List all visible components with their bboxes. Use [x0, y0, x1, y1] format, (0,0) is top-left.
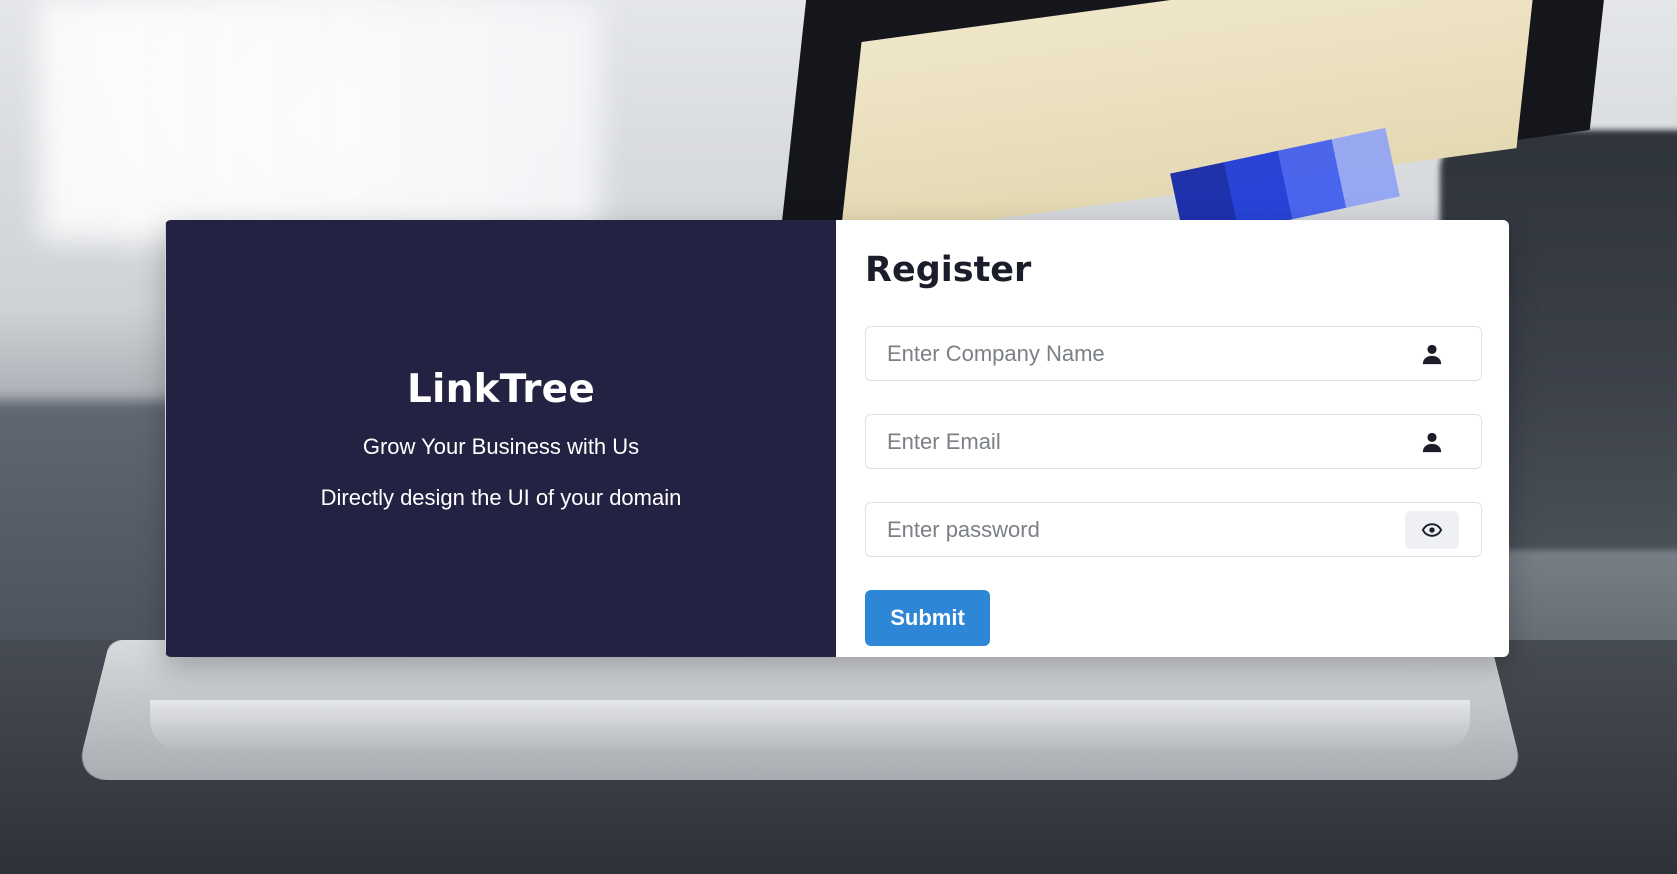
company-name-input[interactable] [866, 327, 1405, 380]
brand-title: LinkTree [407, 366, 595, 412]
background-window [40, 0, 600, 240]
register-form: Submit [865, 326, 1482, 646]
user-icon [1405, 335, 1459, 373]
register-title: Register [865, 250, 1032, 290]
page: LinkTree Grow Your Business with Us Dire… [0, 0, 1677, 874]
brand-panel: LinkTree Grow Your Business with Us Dire… [165, 220, 836, 657]
brand-description: Directly design the UI of your domain [320, 484, 682, 510]
email-input[interactable] [866, 415, 1405, 468]
brand-tagline: Grow Your Business with Us [362, 433, 640, 459]
company-name-field [865, 326, 1482, 381]
password-input[interactable] [866, 503, 1405, 556]
submit-button[interactable]: Submit [865, 590, 990, 646]
eye-icon[interactable] [1405, 510, 1459, 549]
user-icon [1405, 423, 1459, 461]
register-card: LinkTree Grow Your Business with Us Dire… [165, 220, 1509, 657]
register-form-panel: Register Enter Company Name Enter Email … [836, 220, 1509, 657]
background-laptop-edge [150, 700, 1470, 750]
email-field [865, 414, 1482, 469]
password-field [865, 502, 1482, 557]
